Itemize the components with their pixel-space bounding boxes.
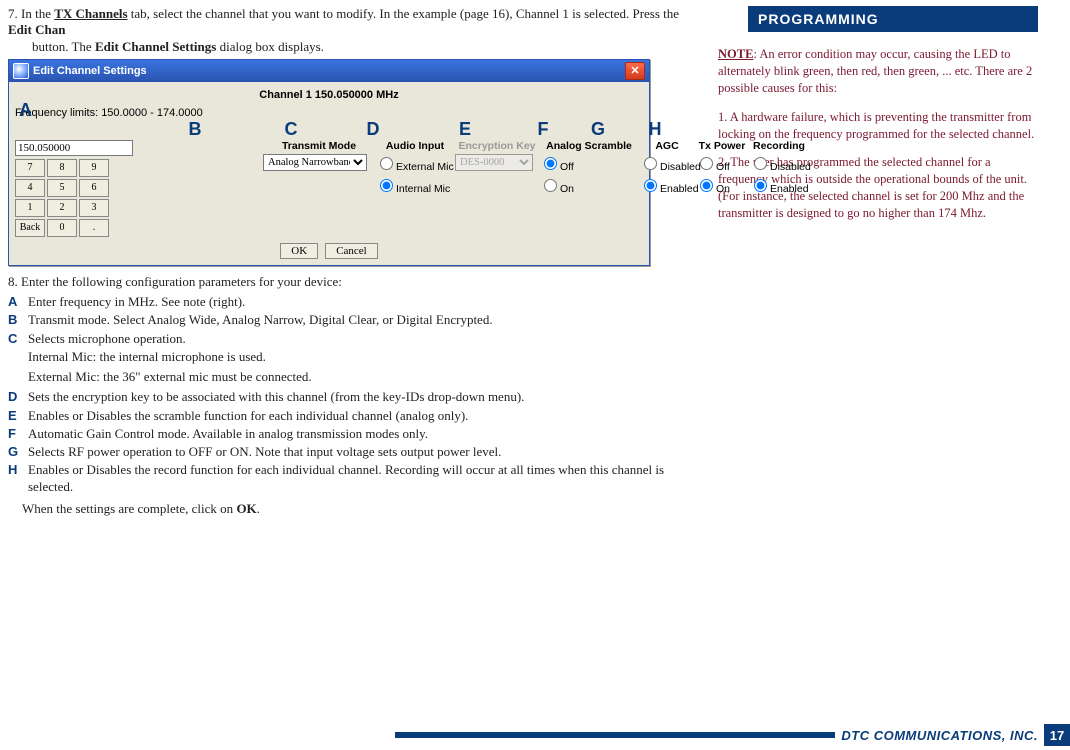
channel-header-line: Channel 1 150.050000 MHz	[15, 89, 643, 101]
agc-enabled-radio[interactable]: Enabled	[639, 183, 699, 195]
note-heading: NOTE	[718, 47, 753, 61]
item-F: Automatic Gain Control mode. Available i…	[28, 426, 698, 442]
col-agc: AGC	[639, 140, 695, 154]
tx-channels-tab-label: TX Channels	[54, 6, 127, 21]
item-B: Transmit mode. Select Analog Wide, Analo…	[28, 312, 698, 328]
item-A: Enter frequency in MHz. See note (right)…	[28, 294, 698, 310]
overlay-letter-E: E	[415, 119, 515, 140]
frequency-input[interactable]	[15, 140, 133, 156]
item-letter: F	[8, 426, 28, 442]
ok-button[interactable]: OK	[280, 243, 318, 259]
app-icon	[13, 63, 29, 79]
item-letter: G	[8, 444, 28, 460]
col-analog-scramble: Analog Scramble	[539, 140, 639, 154]
col-transmit-mode: Transmit Mode	[263, 140, 375, 154]
keypad-2[interactable]: 2	[47, 199, 77, 217]
item-G: Selects RF power operation to OFF or ON.…	[28, 444, 698, 460]
item-letter: B	[8, 312, 28, 328]
dialog-titlebar: Edit Channel Settings ✕	[9, 60, 649, 82]
close-icon[interactable]: ✕	[625, 62, 645, 80]
keypad-7[interactable]: 7	[15, 159, 45, 177]
item-C-sub2: External Mic: the 36" external mic must …	[28, 369, 698, 385]
overlay-letter-D: D	[331, 119, 415, 140]
item-H: Enables or Disables the record function …	[28, 462, 698, 495]
overlay-letter-H: H	[625, 119, 685, 140]
overlay-letter-C: C	[251, 119, 331, 140]
item-letter: C	[8, 331, 28, 347]
edit-channel-settings-label: Edit Channel Settings	[95, 39, 216, 54]
col-encryption-key: Encryption Key	[455, 140, 539, 154]
keypad-3[interactable]: 3	[79, 199, 109, 217]
overlay-letter-B: B	[139, 119, 251, 140]
txpower-on-radio[interactable]: On	[695, 183, 730, 195]
overlay-letter-G: G	[571, 119, 625, 140]
transmit-mode-select[interactable]: Analog Narrowband	[263, 154, 367, 171]
edit-chan-button-label: Edit Chan	[8, 22, 65, 37]
recording-disabled-radio[interactable]: Disabled	[749, 161, 811, 173]
scramble-off-radio[interactable]: Off	[539, 161, 574, 173]
page-number: 17	[1044, 724, 1070, 746]
keypad-8[interactable]: 8	[47, 159, 77, 177]
keypad-0[interactable]: 0	[47, 219, 77, 237]
edit-channel-settings-dialog: Edit Channel Settings ✕ Channel 1 150.05…	[8, 59, 650, 266]
company-name: DTC COMMUNICATIONS, INC.	[841, 728, 1038, 743]
item-D: Sets the encryption key to be associated…	[28, 389, 698, 405]
col-tx-power: Tx Power	[695, 140, 749, 154]
item-letter: H	[8, 462, 28, 495]
item-letter: D	[8, 389, 28, 405]
item-letter: E	[8, 408, 28, 424]
recording-enabled-radio[interactable]: Enabled	[749, 183, 809, 195]
col-recording: Recording	[749, 140, 809, 154]
page-footer: DTC COMMUNICATIONS, INC. 17	[0, 724, 1070, 746]
step-7: 7. In the TX Channels tab, select the ch…	[8, 6, 698, 55]
overlay-letter-F: F	[515, 119, 571, 140]
item-letter: A	[8, 294, 28, 310]
txpower-off-radio[interactable]: Off	[695, 161, 730, 173]
dialog-title: Edit Channel Settings	[33, 65, 147, 77]
keypad-9[interactable]: 9	[79, 159, 109, 177]
keypad-1[interactable]: 1	[15, 199, 45, 217]
keypad-4[interactable]: 4	[15, 179, 45, 197]
frequency-keypad: 789 456 123 Back0.	[15, 159, 133, 237]
keypad-6[interactable]: 6	[79, 179, 109, 197]
col-audio-input: Audio Input	[375, 140, 455, 154]
note-cause-1: 1. A hardware failure, which is preventi…	[718, 109, 1038, 143]
keypad-5[interactable]: 5	[47, 179, 77, 197]
overlay-letter-A: A	[19, 100, 32, 121]
keypad-back[interactable]: Back	[15, 219, 45, 237]
item-C-sub1: Internal Mic: the internal microphone is…	[28, 349, 698, 365]
scramble-on-radio[interactable]: On	[539, 183, 574, 195]
audio-internal-radio[interactable]: Internal Mic	[375, 183, 450, 195]
step-8: 8. Enter the following configuration par…	[8, 274, 698, 290]
frequency-limits: Frequency limits: 150.0000 - 174.0000	[15, 107, 643, 119]
final-instruction: When the settings are complete, click on…	[22, 501, 698, 518]
section-header: PROGRAMMING	[748, 6, 1038, 32]
agc-disabled-radio[interactable]: Disabled	[639, 161, 701, 173]
item-C: Selects microphone operation.	[28, 331, 698, 347]
item-E: Enables or Disables the scramble functio…	[28, 408, 698, 424]
cancel-button[interactable]: Cancel	[325, 243, 378, 259]
keypad-.[interactable]: .	[79, 219, 109, 237]
encryption-key-select: DES-0000	[455, 154, 533, 171]
audio-external-radio[interactable]: External Mic	[375, 161, 454, 173]
